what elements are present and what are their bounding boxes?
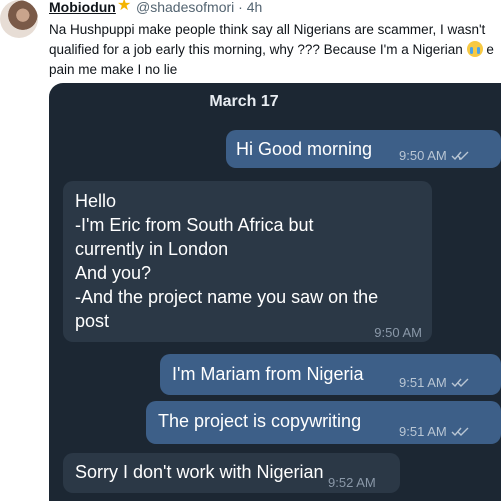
double-check-icon (451, 151, 469, 161)
double-check-icon (451, 378, 469, 388)
crying-face-icon (466, 41, 483, 57)
author-name[interactable]: Mobiodun (49, 0, 116, 15)
message-text: The project is copywriting (158, 411, 362, 431)
chat-screenshot: March 17 Hi Good morning 9:50 AM Hello -… (49, 83, 501, 501)
message-text: Hi Good morning (236, 139, 373, 159)
date-header: March 17 (209, 93, 279, 110)
message-bubble-outgoing: The project is copywriting 9:51 AM (146, 401, 501, 444)
message-time: 9:50 AM (374, 325, 422, 340)
message-bubble-outgoing: I'm Mariam from Nigeria 9:51 AM (160, 354, 501, 395)
tweet-text: Na Hushpuppi make people think say all N… (49, 20, 497, 80)
message-time: 9:52 AM (328, 475, 376, 490)
message-text: I'm Mariam from Nigeria (172, 364, 364, 384)
tweet-time[interactable]: 4h (247, 0, 263, 15)
author-handle[interactable]: @shadesofmori (136, 0, 234, 15)
meta-separator: · (238, 0, 243, 15)
message-time: 9:51 AM (399, 420, 471, 444)
message-text: Hello -I'm Eric from South Africa but cu… (75, 191, 379, 331)
message-time: 9:50 AM (399, 144, 471, 168)
double-check-icon (451, 427, 469, 437)
tweet-text-part1: Na Hushpuppi make people think say all N… (49, 22, 486, 57)
avatar[interactable] (0, 0, 38, 38)
message-text: Sorry I don't work with Nigerian (75, 462, 324, 482)
tweet-meta: @shadesofmori · 4h (136, 0, 262, 15)
message-time: 9:51 AM (399, 371, 471, 395)
message-bubble-incoming: Sorry I don't work with Nigerian 9:52 AM (63, 453, 400, 493)
star-icon: ★ (117, 0, 132, 14)
message-bubble-incoming: Hello -I'm Eric from South Africa but cu… (63, 181, 432, 342)
message-bubble-outgoing: Hi Good morning 9:50 AM (226, 130, 501, 168)
